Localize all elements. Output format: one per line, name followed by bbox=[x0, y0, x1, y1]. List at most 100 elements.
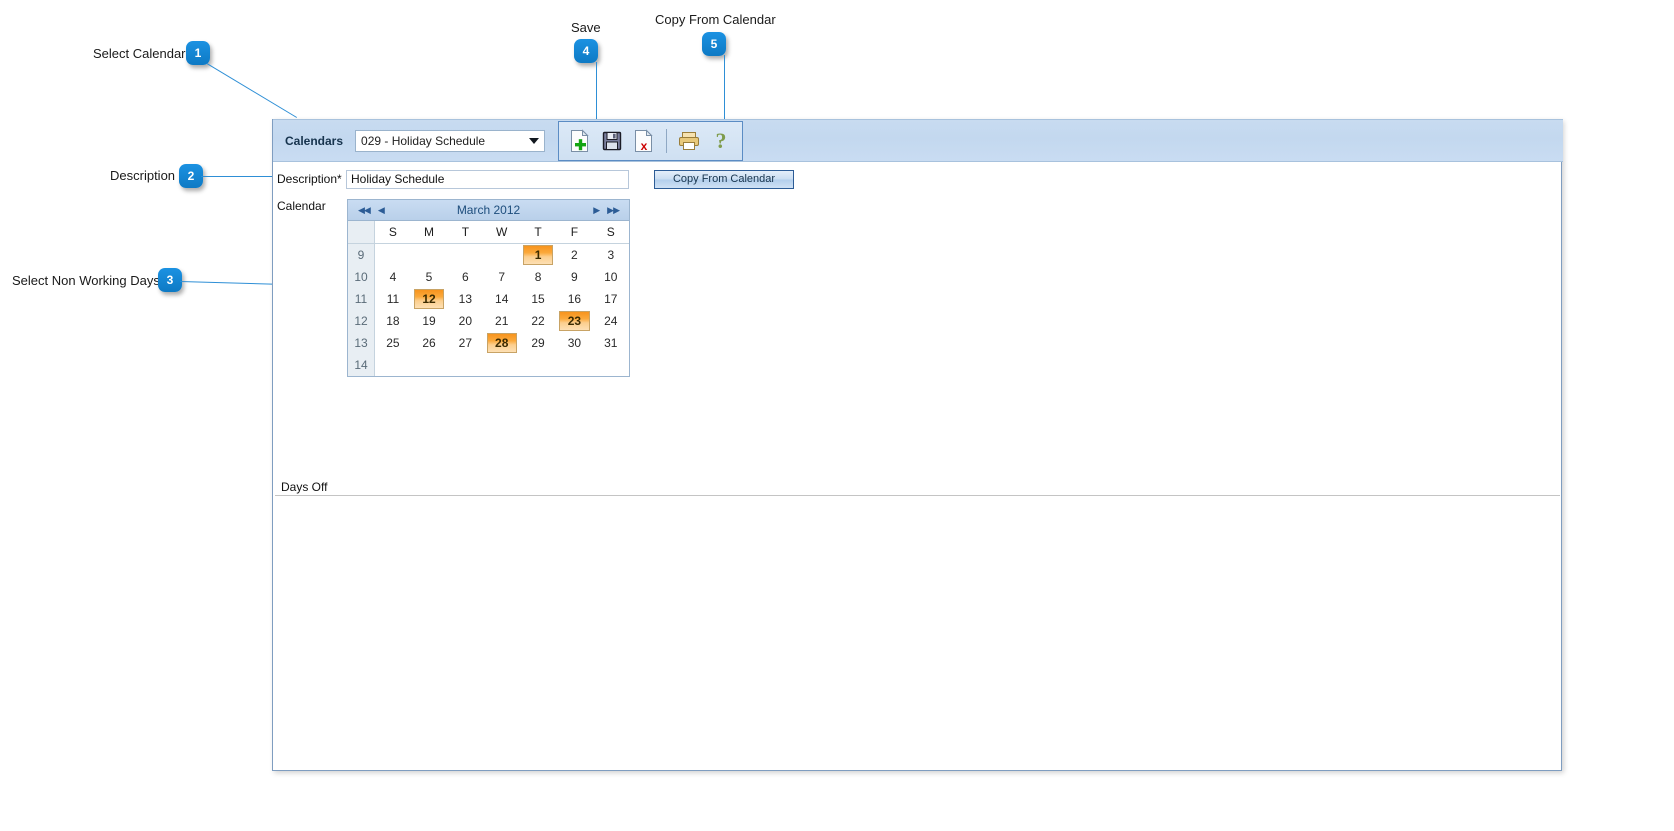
callout-label-3: Select Non Working Days bbox=[12, 273, 160, 288]
calendar-empty-cell bbox=[447, 354, 483, 376]
week-number-cell: 9 bbox=[348, 243, 375, 266]
calendar-day-cell[interactable]: 8 bbox=[520, 266, 556, 288]
question-mark-icon: ? bbox=[715, 127, 727, 153]
calendar-day-number: 25 bbox=[386, 336, 400, 350]
calendar-maintenance-panel: Calendars 029 - Holiday Schedule x ? Des… bbox=[272, 119, 1563, 771]
weekday-header: T bbox=[519, 221, 557, 244]
new-document-button[interactable] bbox=[566, 126, 594, 156]
calendar-day-cell[interactable]: 13 bbox=[447, 288, 483, 310]
calendar-next-button[interactable]: ▶ bbox=[589, 205, 603, 215]
calendar-day-cell[interactable]: 29 bbox=[520, 332, 556, 354]
calendar-day-cell[interactable]: 22 bbox=[520, 310, 556, 332]
description-input[interactable] bbox=[346, 169, 629, 189]
calendar-day-cell[interactable]: 31 bbox=[593, 332, 629, 354]
calendar-week-row: 11 11 12 13 14 15 16 17 bbox=[348, 288, 629, 310]
calendar-day-cell[interactable]: 21 bbox=[484, 310, 520, 332]
toolbar-separator bbox=[666, 128, 668, 153]
calendar-day-number: 18 bbox=[386, 314, 400, 328]
calendar-day-cell[interactable]: 5 bbox=[411, 266, 447, 288]
calendar-day-number: 4 bbox=[389, 270, 397, 284]
calendar-weekday-header-row: S M T W T F S bbox=[348, 221, 629, 244]
calendar-day-cell[interactable]: 1 bbox=[520, 244, 556, 267]
calendar-day-cell[interactable]: 3 bbox=[593, 244, 629, 267]
callout-badge-4[interactable]: 4 bbox=[574, 39, 598, 63]
description-row: Description* Copy From Calendar bbox=[273, 167, 1563, 191]
calendar-prev-button[interactable]: ◀ bbox=[374, 205, 388, 215]
callout-leader-1 bbox=[206, 63, 298, 119]
calendar-day-number: 13 bbox=[458, 292, 473, 306]
callout-leader-4 bbox=[596, 62, 598, 122]
calendar-day-cell[interactable]: 19 bbox=[411, 310, 447, 332]
week-number-cell: 12 bbox=[348, 310, 375, 332]
calendar-day-cell[interactable]: 15 bbox=[520, 288, 556, 310]
calendar-day-cell[interactable]: 6 bbox=[447, 266, 483, 288]
callout-label-2: Description bbox=[110, 168, 176, 183]
calendar-day-cell[interactable]: 10 bbox=[593, 266, 629, 288]
calendar-day-cell[interactable]: 26 bbox=[411, 332, 447, 354]
calendar-day-number: 28 bbox=[495, 336, 509, 350]
panel-header-bar: Calendars 029 - Holiday Schedule x ? bbox=[273, 119, 1563, 162]
callout-badge-2[interactable]: 2 bbox=[179, 164, 203, 188]
print-button[interactable] bbox=[675, 126, 703, 156]
calendar-day-number: 30 bbox=[567, 336, 582, 350]
calendar-week-row: 12 18 19 20 21 22 23 24 bbox=[348, 310, 629, 332]
calendar-day-cell[interactable]: 9 bbox=[556, 266, 592, 288]
calendar-day-cell[interactable]: 27 bbox=[447, 332, 483, 354]
chevron-down-icon[interactable] bbox=[524, 131, 544, 151]
calendar-day-cell[interactable]: 12 bbox=[411, 288, 447, 310]
calendar-day-cell[interactable]: 18 bbox=[375, 310, 411, 332]
calendar-day-cell[interactable]: 30 bbox=[556, 332, 592, 354]
new-document-icon bbox=[571, 128, 589, 152]
week-number-cell: 13 bbox=[348, 332, 375, 354]
calendar-day-number: 9 bbox=[571, 270, 578, 284]
toolbar: x ? bbox=[558, 120, 744, 161]
callout-label-4: Save bbox=[571, 20, 601, 35]
callout-label-5: Copy From Calendar bbox=[655, 12, 776, 27]
calendar-day-number: 14 bbox=[495, 292, 509, 306]
save-button[interactable] bbox=[598, 126, 626, 156]
description-label: Description* bbox=[277, 172, 342, 186]
week-number-cell: 11 bbox=[348, 288, 375, 310]
calendar-day-number: 7 bbox=[498, 270, 506, 284]
help-button[interactable]: ? bbox=[707, 126, 735, 156]
calendar-empty-cell bbox=[375, 354, 411, 376]
calendar-day-number: 16 bbox=[567, 292, 582, 306]
calendar-grid: S M T W T F S 9 1 2 3 10 4 5 6 7 8 9 10 11 11 12 13 14 15… bbox=[348, 221, 629, 376]
calendar-week-row: 13 25 26 27 28 29 30 31 bbox=[348, 332, 629, 354]
week-number-cell: 10 bbox=[348, 266, 375, 288]
calendar-empty-cell bbox=[520, 354, 556, 376]
calendar-day-number: 11 bbox=[386, 292, 400, 306]
calendar-day-cell[interactable]: 7 bbox=[484, 266, 520, 288]
calendar-empty-cell bbox=[375, 244, 411, 267]
calendar-day-number: 24 bbox=[604, 314, 618, 328]
calendar-day-cell[interactable]: 28 bbox=[484, 332, 520, 354]
calendar-day-cell[interactable]: 2 bbox=[556, 244, 592, 267]
printer-icon bbox=[679, 131, 700, 150]
callout-badge-1[interactable]: 1 bbox=[186, 41, 210, 65]
calendar-select[interactable]: 029 - Holiday Schedule bbox=[355, 129, 546, 152]
calendar-day-cell[interactable]: 4 bbox=[375, 266, 411, 288]
calendar-day-number: 23 bbox=[567, 314, 582, 328]
calendar-day-cell[interactable]: 16 bbox=[556, 288, 592, 310]
calendar-day-cell[interactable]: 11 bbox=[375, 288, 411, 310]
calendar-day-cell[interactable]: 24 bbox=[593, 310, 629, 332]
calendar-day-cell[interactable]: 17 bbox=[593, 288, 629, 310]
copy-from-calendar-button[interactable]: Copy From Calendar bbox=[654, 169, 794, 189]
calendar-day-cell[interactable]: 20 bbox=[447, 310, 483, 332]
calendar-day-cell[interactable]: 23 bbox=[556, 310, 592, 332]
calendar-first-button[interactable]: ◀◀ bbox=[354, 205, 374, 215]
calendar-label: Calendar bbox=[277, 199, 326, 213]
delete-button[interactable]: x bbox=[630, 126, 658, 156]
callout-badge-3[interactable]: 3 bbox=[158, 268, 182, 292]
calendar-day-cell[interactable]: 25 bbox=[375, 332, 411, 354]
calendar-day-number: 31 bbox=[604, 336, 618, 350]
calendar-widget: ◀◀ ◀ March 2012 ▶ ▶▶ S M T W T F S 9 1 2… bbox=[347, 199, 630, 377]
calendar-last-button[interactable]: ▶▶ bbox=[603, 205, 623, 215]
days-off-divider bbox=[275, 495, 1560, 496]
calendar-header: ◀◀ ◀ March 2012 ▶ ▶▶ bbox=[348, 200, 629, 221]
weekday-header: S bbox=[374, 221, 411, 244]
calendar-day-number: 5 bbox=[425, 270, 433, 284]
calendar-day-cell[interactable]: 14 bbox=[484, 288, 520, 310]
calendar-empty-cell bbox=[411, 354, 447, 376]
callout-badge-5[interactable]: 5 bbox=[702, 32, 726, 56]
